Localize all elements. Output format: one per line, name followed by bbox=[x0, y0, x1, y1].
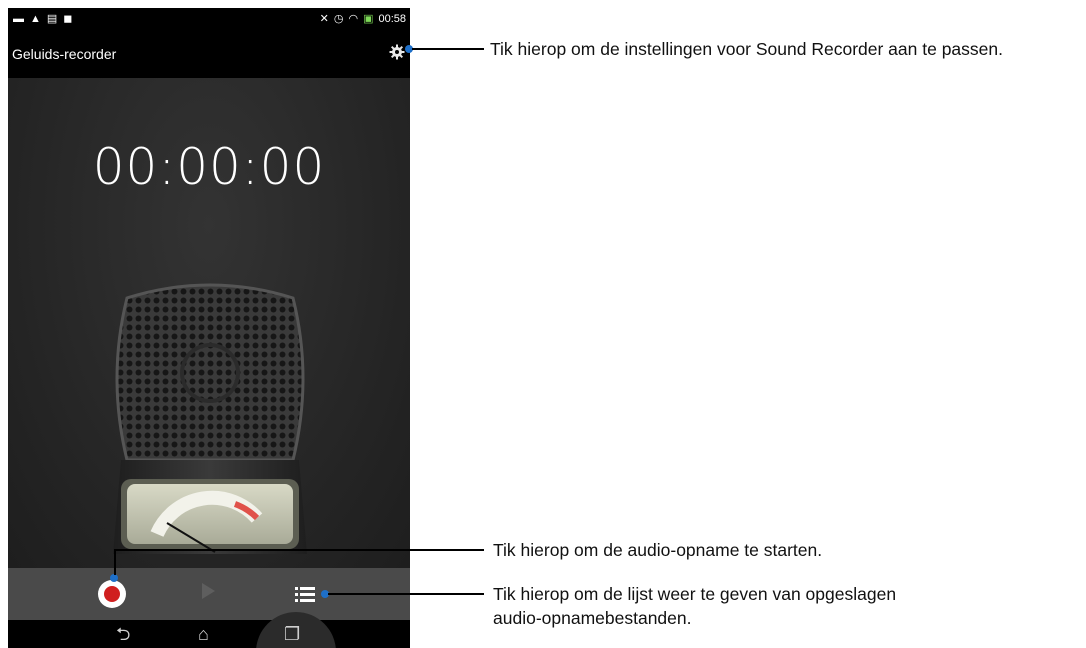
list-icon[interactable] bbox=[295, 584, 317, 604]
mute-icon: ✕ bbox=[319, 13, 329, 25]
record-callout-text: Tik hierop om de audio-opname te starten… bbox=[493, 540, 823, 560]
wifi-icon: ◠ bbox=[348, 13, 359, 25]
settings-button[interactable] bbox=[386, 41, 408, 63]
gallery-icon: ▬ bbox=[13, 13, 24, 25]
message-icon: ▤ bbox=[46, 13, 58, 25]
record-callout-line bbox=[114, 549, 484, 551]
phone-screen: ▬ ▲ ▤ ◼ ✕ ◷ ◠ ▣ 00:58 Geluids-recorder 0… bbox=[8, 8, 410, 648]
warning-icon: ▲ bbox=[30, 13, 41, 25]
action-bar: Geluids-recorder bbox=[8, 30, 410, 78]
list-callout-text-line2: audio-opnamebestanden. bbox=[493, 608, 692, 628]
record-callout-vertical bbox=[114, 549, 116, 575]
alarm-icon: ◷ bbox=[333, 13, 344, 25]
list-callout-line bbox=[328, 593, 484, 595]
record-icon bbox=[104, 586, 120, 602]
recording-timer: 00:00:00 bbox=[92, 138, 326, 196]
back-icon[interactable]: ⮌ bbox=[116, 622, 130, 646]
status-bar: ▬ ▲ ▤ ◼ ✕ ◷ ◠ ▣ 00:58 bbox=[8, 8, 410, 30]
app-title: Geluids-recorder bbox=[12, 46, 117, 62]
play-icon[interactable] bbox=[202, 583, 215, 599]
navigation-bar: ⮌ ⌂ ❐ bbox=[8, 612, 410, 648]
record-button[interactable] bbox=[98, 580, 126, 608]
sd-card-icon: ◼ bbox=[63, 13, 73, 25]
status-time: 00:58 bbox=[378, 13, 406, 25]
settings-callout-line bbox=[412, 48, 484, 50]
record-callout-dot bbox=[110, 574, 118, 582]
recents-icon[interactable]: ❐ bbox=[284, 622, 300, 646]
list-callout-text-line1: Tik hierop om de lijst weer te geven van… bbox=[493, 584, 897, 604]
gear-icon bbox=[389, 44, 405, 60]
settings-callout-text: Tik hierop om de instellingen voor Sound… bbox=[490, 39, 1003, 59]
microphone-illustration bbox=[113, 283, 307, 554]
battery-charging-icon: ▣ bbox=[363, 13, 374, 25]
home-icon[interactable]: ⌂ bbox=[198, 622, 209, 646]
